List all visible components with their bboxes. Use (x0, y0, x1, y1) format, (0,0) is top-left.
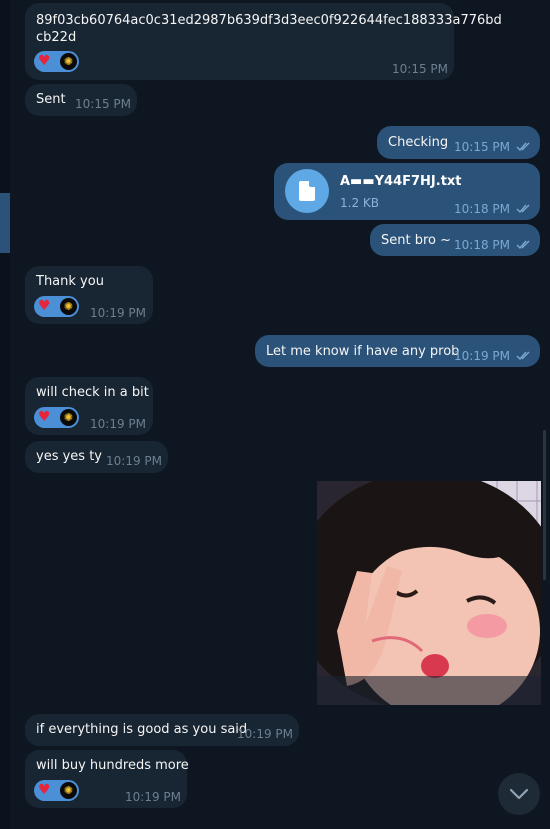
message-time: 10:15 PM (75, 97, 131, 111)
file-icon (299, 181, 315, 201)
avatar: ✺ (59, 781, 78, 800)
double-check-icon (516, 240, 530, 250)
double-check-icon (516, 204, 530, 214)
message-time: 10:19 PM (237, 727, 293, 741)
message-time: 10:19 PM (125, 790, 181, 804)
double-check-icon (516, 142, 530, 152)
photo-message[interactable] (317, 481, 541, 705)
message-time: 10:19 PM (90, 417, 146, 431)
message-bubble-incoming[interactable]: will check in a bit ♥ ✺ 10:19 PM (25, 377, 153, 435)
message-time: 10:18 PM (454, 202, 510, 216)
file-message-outgoing[interactable]: A▬▬Y44F7HJ.txt 1.2 KB 10:18 PM (274, 163, 540, 220)
message-text: will check in a bit (36, 385, 149, 400)
file-name: A▬▬Y44F7HJ.txt (340, 174, 462, 189)
message-bubble-outgoing[interactable]: Sent bro ~ 10:18 PM (370, 224, 540, 256)
message-bubble-incoming[interactable]: Thank you ♥ ✺ 10:19 PM (25, 266, 153, 324)
message-text: Thank you (36, 274, 104, 289)
message-time: 10:15 PM (454, 140, 510, 154)
photo-image (317, 481, 541, 705)
message-bubble-incoming[interactable]: yes yes ty 10:19 PM (25, 441, 168, 473)
reaction-pill[interactable]: ♥ ✺ (34, 407, 79, 428)
reaction-pill[interactable]: ♥ ✺ (34, 51, 79, 72)
double-check-icon (516, 351, 530, 361)
message-time: 10:18 PM (454, 238, 510, 252)
file-size: 1.2 KB (340, 196, 379, 210)
scrollbar[interactable] (543, 430, 546, 580)
message-text: if everything is good as you said (36, 722, 248, 737)
message-bubble-incoming[interactable]: Sent 10:15 PM (25, 84, 137, 116)
message-time: 10:15 PM (392, 62, 448, 76)
avatar: ✺ (59, 297, 78, 316)
message-bubble-incoming[interactable]: if everything is good as you said 10:19 … (25, 714, 299, 746)
scroll-down-button[interactable] (498, 773, 540, 815)
message-bubble-outgoing[interactable]: Let me know if have any prob 10:19 PM (255, 335, 540, 367)
message-text: Let me know if have any prob (266, 344, 460, 359)
avatar: ✺ (59, 52, 78, 71)
message-text: yes yes ty (36, 449, 102, 464)
message-time: 10:19 PM (90, 306, 146, 320)
message-time: 10:19 PM (454, 349, 510, 363)
message-text: 89f03cb60764ac0c31ed2987b639df3d3eec0f92… (36, 13, 502, 28)
reaction-pill[interactable]: ♥ ✺ (34, 780, 79, 801)
message-bubble-incoming[interactable]: 89f03cb60764ac0c31ed2987b639df3d3eec0f92… (25, 3, 502, 80)
message-text: Sent bro ~ (381, 233, 452, 248)
avatar: ✺ (59, 408, 78, 427)
message-text: Sent (36, 92, 66, 107)
sidebar-edge (0, 0, 10, 829)
chevron-down-icon (509, 788, 529, 800)
message-text: Checking (388, 135, 449, 150)
heart-icon: ♥ (38, 409, 51, 425)
active-chat-marker (0, 193, 10, 253)
heart-icon: ♥ (38, 298, 51, 314)
heart-icon: ♥ (38, 782, 51, 798)
message-text: cb22d (36, 30, 77, 45)
message-text: will buy hundreds more (36, 758, 189, 773)
heart-icon: ♥ (38, 53, 51, 69)
message-bubble-incoming[interactable]: will buy hundreds more ♥ ✺ 10:19 PM (25, 750, 189, 808)
message-bubble-outgoing[interactable]: Checking 10:15 PM (377, 126, 540, 159)
reaction-pill[interactable]: ♥ ✺ (34, 296, 79, 317)
file-download-button[interactable] (285, 169, 329, 213)
message-time: 10:19 PM (106, 454, 162, 468)
